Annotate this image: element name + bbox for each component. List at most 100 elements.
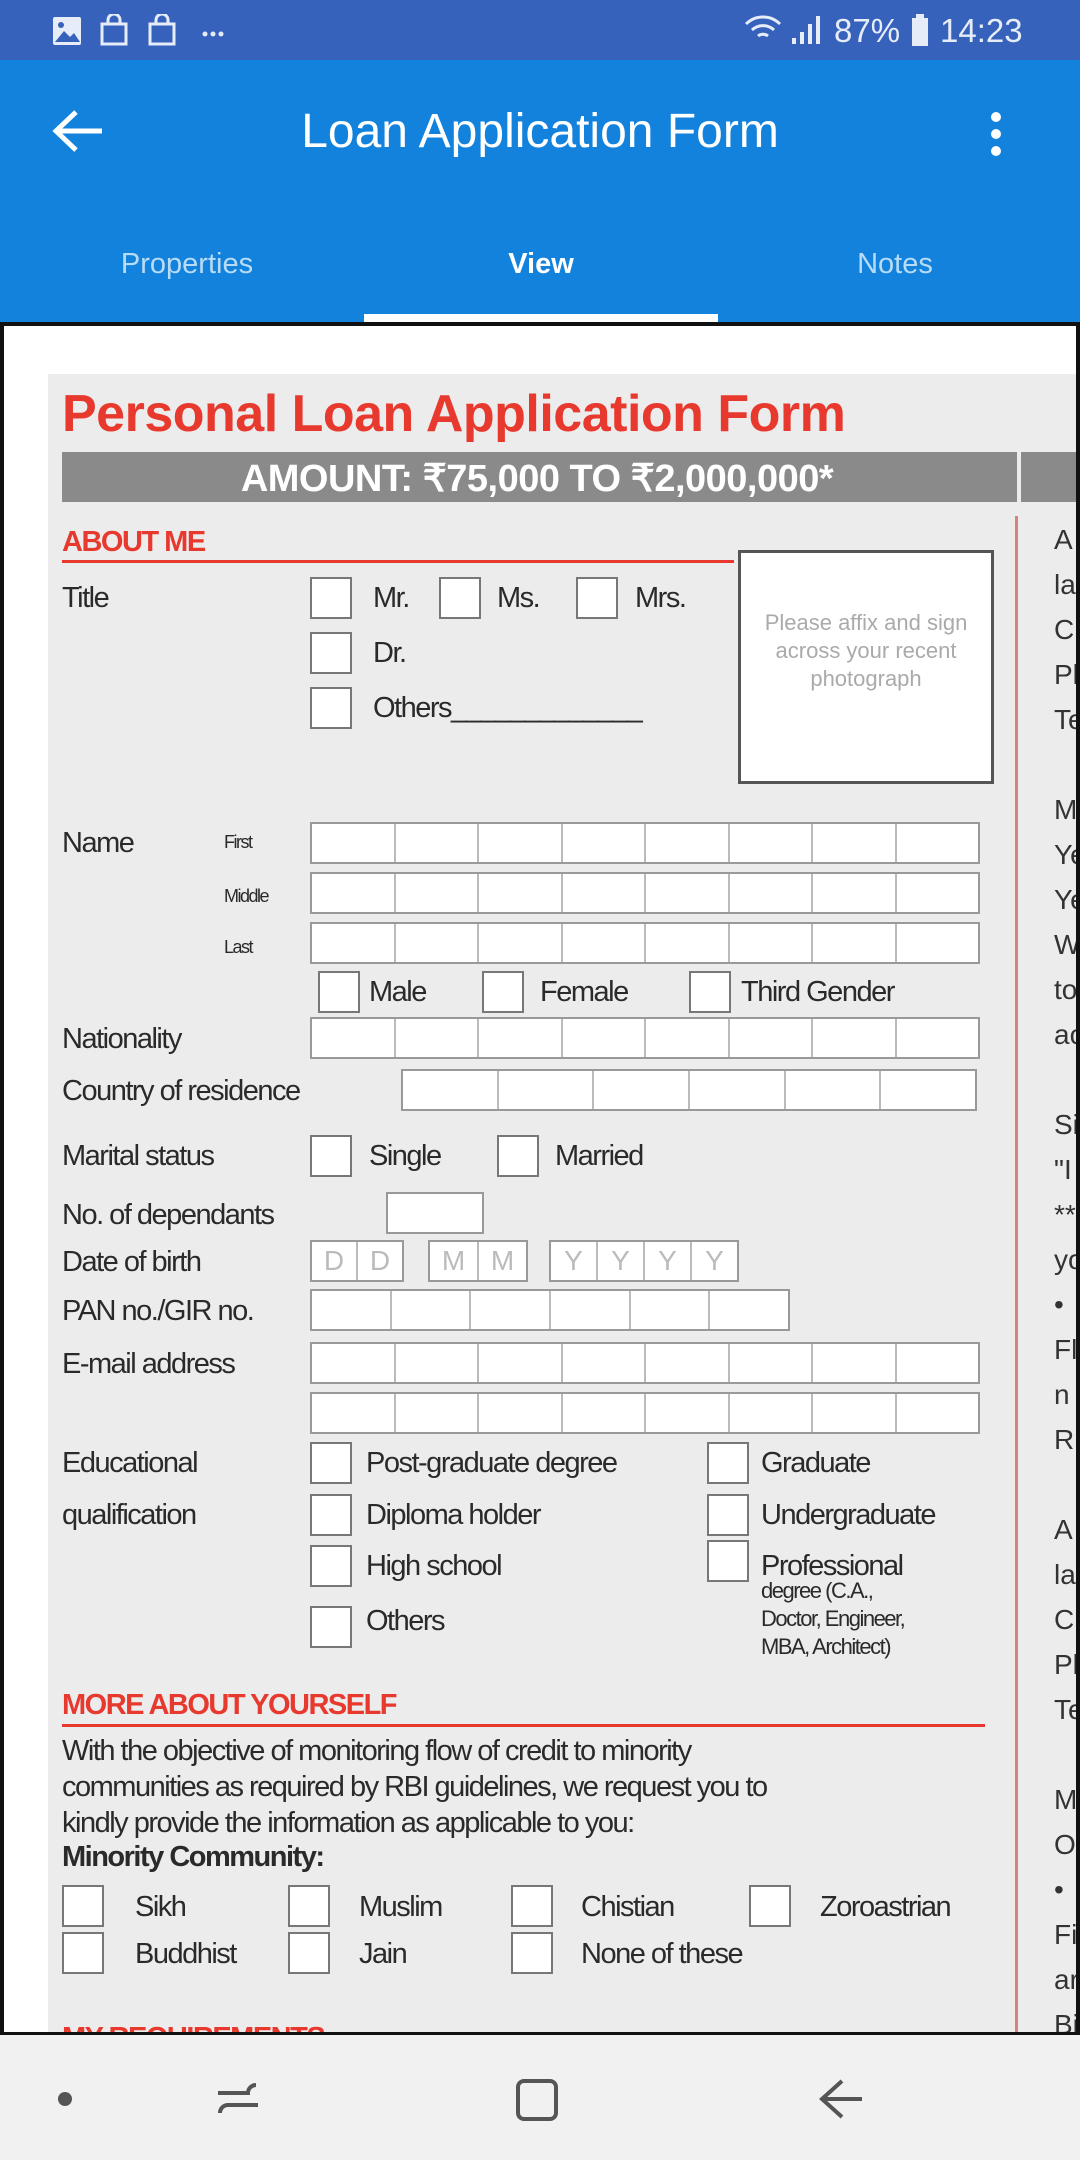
checkbox-jain[interactable] bbox=[288, 1932, 330, 1974]
dob-month-field[interactable]: MM bbox=[428, 1240, 528, 1282]
email-field-2[interactable] bbox=[310, 1392, 980, 1434]
grid-cell[interactable] bbox=[563, 1019, 646, 1057]
middle-name-field[interactable] bbox=[310, 872, 980, 914]
grid-cell[interactable] bbox=[646, 1019, 730, 1057]
grid-cell[interactable] bbox=[551, 1291, 631, 1329]
grid-cell[interactable] bbox=[479, 1344, 563, 1382]
grid-cell[interactable] bbox=[479, 1019, 563, 1057]
grid-cell[interactable] bbox=[646, 1394, 730, 1432]
country-field[interactable] bbox=[401, 1069, 977, 1111]
checkbox-ms[interactable] bbox=[439, 577, 481, 619]
last-name-field[interactable] bbox=[310, 922, 980, 964]
checkbox-mr[interactable] bbox=[310, 577, 352, 619]
grid-cell[interactable] bbox=[499, 1071, 595, 1109]
grid-cell[interactable]: Y bbox=[692, 1242, 737, 1280]
checkbox-graduate[interactable] bbox=[707, 1442, 749, 1484]
checkbox-dr[interactable] bbox=[310, 632, 352, 674]
grid-cell[interactable] bbox=[594, 1071, 691, 1109]
checkbox-muslim[interactable] bbox=[288, 1885, 330, 1927]
checkbox-diploma[interactable] bbox=[310, 1494, 352, 1536]
grid-cell[interactable] bbox=[897, 1394, 979, 1432]
grid-cell[interactable] bbox=[710, 1291, 788, 1329]
checkbox-female[interactable] bbox=[482, 971, 524, 1013]
grid-cell[interactable] bbox=[690, 1071, 786, 1109]
dob-day-field[interactable]: DD bbox=[310, 1240, 404, 1282]
checkbox-undergrad[interactable] bbox=[707, 1494, 749, 1536]
grid-cell[interactable] bbox=[897, 924, 979, 962]
grid-cell[interactable] bbox=[646, 924, 730, 962]
grid-cell[interactable] bbox=[563, 1344, 646, 1382]
home-icon[interactable] bbox=[514, 2077, 560, 2123]
grid-cell[interactable] bbox=[730, 874, 813, 912]
grid-cell[interactable] bbox=[396, 874, 479, 912]
grid-cell[interactable] bbox=[813, 824, 897, 862]
grid-cell[interactable] bbox=[563, 824, 646, 862]
grid-cell[interactable] bbox=[897, 1344, 979, 1382]
grid-cell[interactable] bbox=[813, 1019, 897, 1057]
grid-cell[interactable] bbox=[730, 1394, 813, 1432]
tab-properties[interactable]: Properties bbox=[10, 248, 364, 281]
grid-cell[interactable] bbox=[563, 1394, 646, 1432]
grid-cell[interactable] bbox=[312, 1019, 396, 1057]
dependants-field[interactable] bbox=[386, 1192, 484, 1234]
checkbox-mrs[interactable] bbox=[576, 577, 618, 619]
email-field-1[interactable] bbox=[310, 1342, 980, 1384]
checkbox-male[interactable] bbox=[318, 971, 360, 1013]
grid-cell[interactable] bbox=[479, 924, 563, 962]
checkbox-professional[interactable] bbox=[707, 1540, 749, 1582]
tab-notes[interactable]: Notes bbox=[718, 248, 1072, 281]
checkbox-highschool[interactable] bbox=[310, 1545, 352, 1587]
grid-cell[interactable] bbox=[403, 1071, 499, 1109]
more-vertical-icon[interactable] bbox=[984, 110, 1008, 158]
grid-cell[interactable] bbox=[813, 874, 897, 912]
grid-cell[interactable]: Y bbox=[598, 1242, 645, 1280]
grid-cell[interactable] bbox=[730, 824, 813, 862]
grid-cell[interactable] bbox=[312, 1394, 396, 1432]
grid-cell[interactable] bbox=[388, 1194, 482, 1232]
grid-cell[interactable]: D bbox=[358, 1242, 402, 1280]
grid-cell[interactable]: M bbox=[479, 1242, 526, 1280]
checkbox-postgrad[interactable] bbox=[310, 1442, 352, 1484]
checkbox-others[interactable] bbox=[310, 687, 352, 729]
grid-cell[interactable] bbox=[897, 874, 979, 912]
grid-cell[interactable] bbox=[479, 874, 563, 912]
checkbox-married[interactable] bbox=[497, 1135, 539, 1177]
recents-icon[interactable] bbox=[214, 2077, 262, 2121]
checkbox-single[interactable] bbox=[310, 1135, 352, 1177]
grid-cell[interactable] bbox=[813, 1394, 897, 1432]
document-viewer[interactable]: Personal Loan Application Form AMOUNT: ₹… bbox=[0, 322, 1080, 2035]
grid-cell[interactable] bbox=[730, 924, 813, 962]
grid-cell[interactable] bbox=[312, 924, 396, 962]
grid-cell[interactable] bbox=[897, 824, 979, 862]
grid-cell[interactable] bbox=[897, 1019, 979, 1057]
checkbox-buddhist[interactable] bbox=[62, 1932, 104, 1974]
grid-cell[interactable] bbox=[392, 1291, 472, 1329]
grid-cell[interactable] bbox=[631, 1291, 711, 1329]
grid-cell[interactable] bbox=[813, 924, 897, 962]
grid-cell[interactable] bbox=[881, 1071, 975, 1109]
grid-cell[interactable] bbox=[312, 1344, 396, 1382]
grid-cell[interactable] bbox=[646, 874, 730, 912]
grid-cell[interactable]: Y bbox=[645, 1242, 692, 1280]
grid-cell[interactable] bbox=[396, 924, 479, 962]
grid-cell[interactable] bbox=[786, 1071, 882, 1109]
grid-cell[interactable] bbox=[813, 1344, 897, 1382]
grid-cell[interactable] bbox=[646, 1344, 730, 1382]
grid-cell[interactable]: Y bbox=[551, 1242, 598, 1280]
checkbox-christian[interactable] bbox=[511, 1885, 553, 1927]
checkbox-none[interactable] bbox=[511, 1932, 553, 1974]
grid-cell[interactable] bbox=[563, 874, 646, 912]
grid-cell[interactable] bbox=[646, 824, 730, 862]
tab-view[interactable]: View bbox=[364, 248, 718, 281]
checkbox-edu-others[interactable] bbox=[310, 1606, 352, 1648]
grid-cell[interactable]: M bbox=[430, 1242, 479, 1280]
checkbox-third-gender[interactable] bbox=[689, 971, 731, 1013]
grid-cell[interactable] bbox=[563, 924, 646, 962]
grid-cell[interactable] bbox=[479, 824, 563, 862]
grid-cell[interactable] bbox=[312, 824, 396, 862]
grid-cell[interactable] bbox=[396, 1344, 479, 1382]
grid-cell[interactable] bbox=[312, 1291, 392, 1329]
dot-icon[interactable] bbox=[55, 2089, 75, 2109]
grid-cell[interactable] bbox=[312, 874, 396, 912]
checkbox-sikh[interactable] bbox=[62, 1885, 104, 1927]
